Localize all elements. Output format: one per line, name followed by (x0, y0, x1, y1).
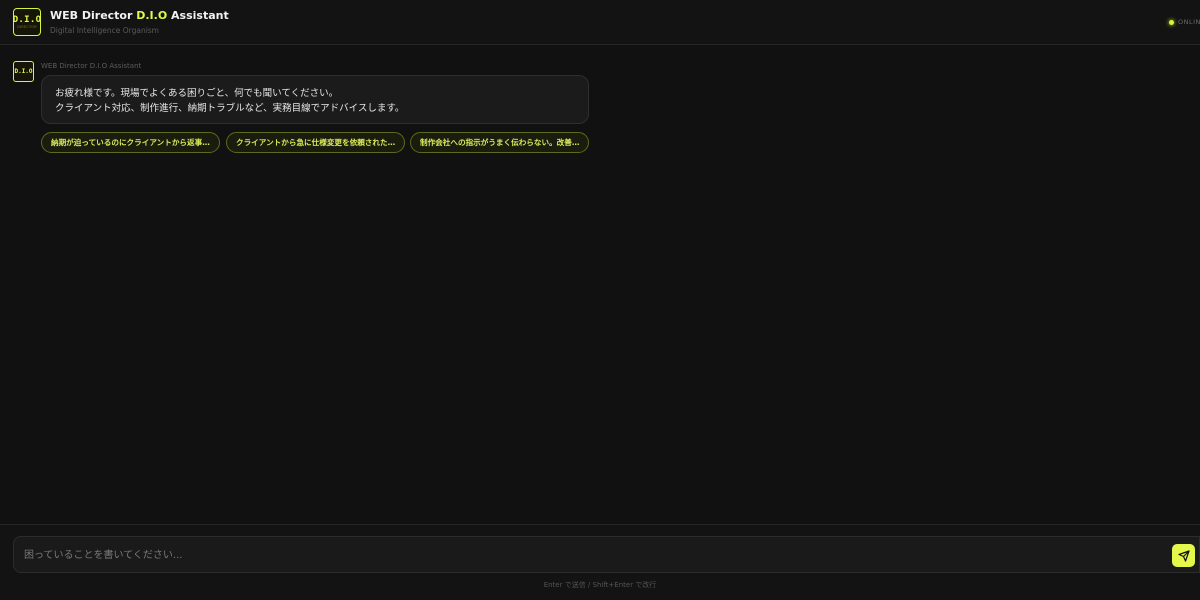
message-line: お疲れ様です。現場でよくある困りごと、何でも聞いてください。 (55, 88, 339, 99)
assistant-message-bubble: お疲れ様です。現場でよくある困りごと、何でも聞いてください。 クライアント対応、… (41, 75, 589, 124)
message-input-container (13, 536, 1200, 573)
app-title-accent: D.I.O (136, 9, 168, 22)
suggestion-chip[interactable]: 納期が迫っているのにクライアントから返事… (41, 132, 220, 153)
app-title-prefix: WEB Director (50, 9, 137, 22)
logo-text: D.I.O (12, 14, 42, 25)
composer-area: Enter で送信 / Shift+Enter で改行 (0, 524, 1200, 600)
send-icon (1177, 549, 1190, 562)
app-title-suffix: Assistant (167, 9, 229, 22)
bot-avatar: D.I.O (13, 61, 34, 82)
status-indicator: ONLINE (1169, 17, 1200, 27)
message-line: クライアント対応、制作進行、納期トラブルなど、実務目線でアドバイスします。 (55, 103, 405, 114)
app-subtitle: Digital Intelligence Organism (50, 26, 159, 35)
suggestion-chip[interactable]: クライアントから急に仕様変更を依頼された… (226, 132, 405, 153)
app-title: WEB Director D.I.O Assistant (50, 9, 229, 22)
message-input[interactable] (24, 546, 1164, 564)
logo-subtext: DIRECTOR (17, 24, 37, 29)
input-hint: Enter で送信 / Shift+Enter で改行 (543, 581, 657, 589)
message-sender: WEB Director D.I.O Assistant (41, 62, 142, 70)
app-header: D.I.O DIRECTOR WEB Director D.I.O Assist… (0, 0, 1200, 45)
send-button[interactable] (1172, 544, 1195, 567)
app-logo: D.I.O DIRECTOR (13, 8, 41, 36)
bot-avatar-text: D.I.O (14, 68, 33, 75)
status-text: ONLINE (1178, 18, 1200, 26)
status-dot-icon (1169, 19, 1174, 25)
suggestion-chip[interactable]: 制作会社への指示がうまく伝わらない。改善… (410, 132, 589, 153)
